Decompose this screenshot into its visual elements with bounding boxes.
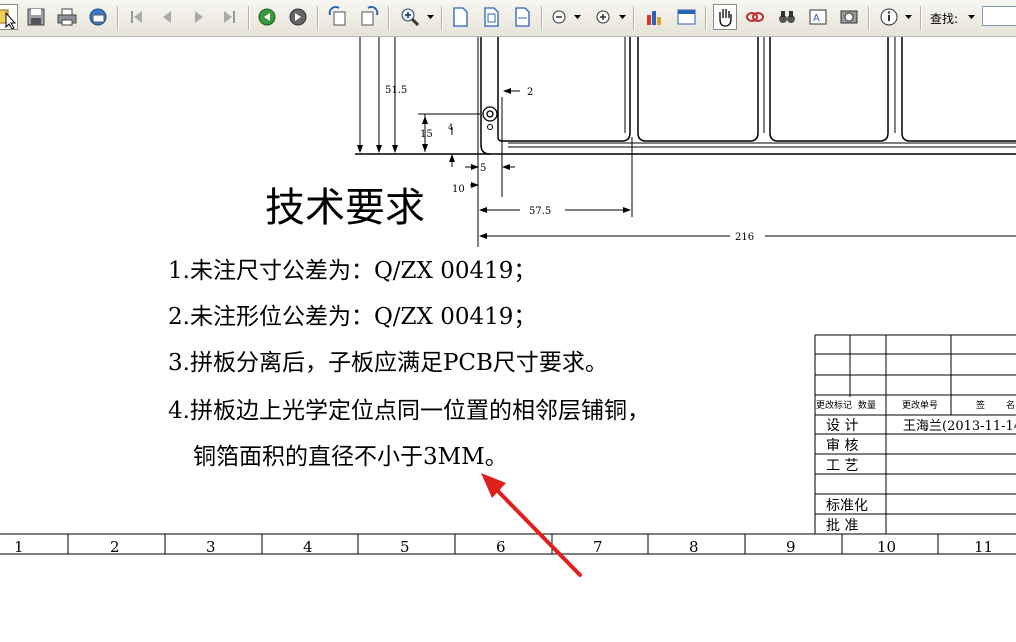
requirement-item: 2.未注形位公差为：Q/ZX 00419； — [168, 304, 537, 330]
designer-name: 王海兰(2013-11-14 — [903, 419, 1016, 434]
rotate-ccw-icon[interactable] — [327, 5, 349, 29]
zone-label: 11 — [974, 538, 993, 556]
requirement-item: 1.未注尺寸公差为：Q/ZX 00419； — [168, 258, 537, 284]
fit-width-icon[interactable] — [511, 5, 533, 29]
dimension-label: 57.5 — [529, 206, 551, 217]
last-page-icon[interactable] — [219, 5, 241, 29]
print-icon[interactable] — [56, 5, 78, 29]
text-select-icon[interactable]: A — [807, 5, 829, 29]
svg-text:A: A — [813, 13, 820, 24]
title-block-header: 更改单号 — [902, 399, 938, 411]
zone-label: 7 — [593, 538, 603, 556]
link-icon[interactable] — [744, 5, 766, 29]
zone-label: 4 — [303, 538, 313, 556]
select-tool-icon[interactable] — [0, 4, 18, 30]
actual-size-icon[interactable] — [449, 5, 471, 29]
title-block-row: 工 艺 — [826, 458, 858, 474]
toolbar: A 查找: — [0, 0, 1016, 37]
dimension-label: 15 — [420, 129, 433, 140]
find-label: 查找: — [930, 12, 959, 26]
dimension-label: 216 — [735, 232, 754, 243]
title-block-row: 审 核 — [826, 438, 858, 454]
title-block-row: 设 计 — [826, 418, 858, 434]
zoom-icon[interactable] — [398, 5, 420, 29]
annotation-arrow — [481, 473, 582, 577]
zone-ruler — [0, 533, 1016, 555]
zone-label: 8 — [689, 538, 699, 556]
hand-tool-icon[interactable] — [713, 4, 737, 30]
requirement-item: 铜箔面积的直径不小于3MM。 — [193, 444, 508, 470]
title-block-header: 数量 — [858, 399, 876, 411]
pcb-outline — [355, 37, 1016, 155]
requirement-item: 4.拼板边上光学定位点同一位置的相邻层铺铜， — [168, 398, 650, 424]
zone-label: 5 — [400, 538, 410, 556]
title-block-row: 标准化 — [826, 498, 868, 514]
chevron-down-icon[interactable] — [574, 13, 581, 21]
zoom-out-icon[interactable] — [548, 5, 570, 29]
technical-requirements-title: 技术要求 — [265, 185, 425, 231]
cad-drawing: 51.5 2 15 4 5 10 57.5 216 更改标记 数量 更改单号 签… — [0, 37, 1016, 577]
fit-page-icon[interactable] — [480, 5, 502, 29]
zone-label: 6 — [496, 538, 506, 556]
title-block-header: 更改标记 — [816, 399, 852, 411]
find-input[interactable] — [982, 6, 1016, 26]
snapshot-icon[interactable] — [838, 5, 860, 29]
dimension-label: 10 — [452, 184, 465, 195]
save-icon[interactable] — [25, 5, 47, 29]
requirement-item: 3.拼板分离后，子板应满足PCB尺寸要求。 — [168, 350, 608, 376]
chevron-down-icon[interactable] — [905, 13, 912, 21]
title-block-header: 名 — [1006, 399, 1015, 411]
zoom-in-icon[interactable] — [592, 5, 614, 29]
go-back-icon[interactable] — [256, 5, 278, 29]
go-forward-icon[interactable] — [287, 5, 309, 29]
previous-page-icon[interactable] — [156, 5, 178, 29]
chart-icon[interactable] — [643, 5, 665, 29]
chevron-down-icon[interactable] — [619, 13, 626, 21]
title-block-row: 批 准 — [826, 518, 858, 534]
info-icon[interactable] — [878, 5, 900, 29]
drawing-canvas[interactable]: 51.5 2 15 4 5 10 57.5 216 更改标记 数量 更改单号 签… — [0, 37, 1016, 642]
next-page-icon[interactable] — [188, 5, 210, 29]
zone-label: 1 — [14, 538, 24, 556]
zone-label: 3 — [206, 538, 216, 556]
title-block-header: 签 — [976, 399, 985, 411]
rotate-cw-icon[interactable] — [358, 5, 380, 29]
window-icon[interactable] — [675, 5, 697, 29]
zone-label: 10 — [877, 538, 896, 556]
zone-label: 9 — [786, 538, 796, 556]
email-icon[interactable] — [87, 5, 109, 29]
chevron-down-icon[interactable] — [427, 13, 434, 21]
fiducial-mark — [482, 106, 498, 130]
dimension-label: 5 — [480, 163, 486, 174]
zone-label: 2 — [110, 538, 120, 556]
find-icon[interactable] — [776, 5, 798, 29]
first-page-icon[interactable] — [125, 5, 147, 29]
dimension-label: 4 — [448, 123, 453, 132]
dimension-label: 51.5 — [385, 85, 407, 96]
chevron-down-icon[interactable] — [968, 13, 975, 21]
dimension-label: 2 — [527, 87, 533, 98]
